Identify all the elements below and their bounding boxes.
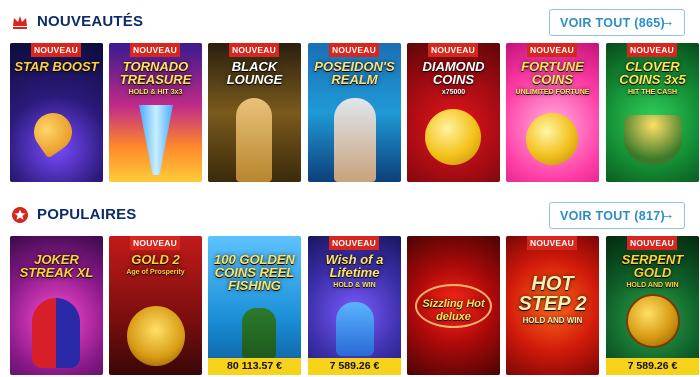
poseidon-image bbox=[334, 98, 376, 182]
game-title: STAR BOOST bbox=[14, 59, 99, 74]
new-badge: NOUVEAU bbox=[527, 236, 577, 250]
section-title: NOUVEAUTÉS bbox=[37, 13, 144, 30]
crown-icon bbox=[13, 16, 27, 29]
coin-image bbox=[425, 109, 481, 165]
new-badge: NOUVEAU bbox=[229, 43, 279, 57]
game-title: TORNADO TREASURE HOLD & HIT 3x3 bbox=[119, 59, 192, 96]
arrow-right-icon: → bbox=[659, 13, 675, 30]
genie-image bbox=[336, 302, 374, 356]
new-badge: NOUVEAU bbox=[428, 43, 478, 57]
coin-image bbox=[526, 113, 578, 165]
new-badge: NOUVEAU bbox=[627, 43, 677, 57]
game-title: Sizzling Hot deluxe bbox=[422, 298, 485, 323]
game-carousel: STAR BOOST NOUVEAU TORNADO TREASURE HOLD … bbox=[10, 43, 700, 182]
coin-image bbox=[626, 294, 680, 348]
new-badge: NOUVEAU bbox=[31, 43, 81, 57]
star-badge-icon bbox=[12, 207, 28, 223]
game-tile[interactable]: POSEIDON'S REALM NOUVEAU bbox=[308, 43, 401, 182]
new-badge: NOUVEAU bbox=[527, 43, 577, 57]
see-all-popular-button[interactable]: VOIR TOUT (817) → bbox=[549, 202, 685, 229]
joker-image bbox=[32, 298, 80, 368]
game-tile[interactable]: HOT STEP 2 HOLD AND WIN NOUVEAU bbox=[506, 236, 599, 375]
jackpot-amount: 7 589.26 € bbox=[308, 358, 401, 375]
game-tile[interactable]: CLOVER COINS 3x5 HIT THE CASH NOUVEAU bbox=[606, 43, 699, 182]
arrow-right-icon: → bbox=[659, 206, 675, 223]
section-popular-games: POPULAIRES VOIR TOUT (817) → JOKER STREA… bbox=[0, 193, 700, 375]
jackpot-amount: 7 589.26 € bbox=[606, 358, 699, 375]
game-tile[interactable]: FORTUNE COINS UNLIMITED FORTUNE NOUVEAU bbox=[506, 43, 599, 182]
game-tile[interactable]: DIAMOND COINS x75000 NOUVEAU bbox=[407, 43, 500, 182]
game-title: GOLD 2 Age of Prosperity bbox=[126, 252, 185, 276]
game-title: 100 GOLDEN COINS REEL FISHING bbox=[214, 252, 295, 293]
new-badge: NOUVEAU bbox=[329, 43, 379, 57]
game-tile[interactable]: SERPENT GOLD HOLD AND WIN NOUVEAU 7 589.2… bbox=[606, 236, 699, 375]
pot-image bbox=[624, 115, 682, 165]
game-tile[interactable]: 100 GOLDEN COINS REEL FISHING 80 113.57 … bbox=[208, 236, 301, 375]
game-carousel: JOKER STREAK XL GOLD 2 Age of Prosperity … bbox=[10, 236, 700, 375]
see-all-label: VOIR TOUT (817) bbox=[560, 208, 665, 223]
game-title: CLOVER COINS 3x5 HIT THE CASH bbox=[619, 59, 686, 96]
fisherman-image bbox=[242, 308, 276, 358]
section-header: NOUVEAUTÉS VOIR TOUT (865) → bbox=[0, 0, 700, 42]
see-all-new-button[interactable]: VOIR TOUT (865) → bbox=[549, 9, 685, 36]
new-badge: NOUVEAU bbox=[130, 236, 180, 250]
game-title: DIAMOND COINS x75000 bbox=[422, 59, 485, 96]
jackpot-amount: 80 113.57 € bbox=[208, 358, 301, 375]
section-new-games: NOUVEAUTÉS VOIR TOUT (865) → STAR BOOST … bbox=[0, 0, 700, 182]
gold-tree-image bbox=[127, 306, 185, 366]
game-tile[interactable]: STAR BOOST NOUVEAU bbox=[10, 43, 103, 182]
section-title: POPULAIRES bbox=[37, 206, 137, 223]
game-title: HOT STEP 2 HOLD AND WIN bbox=[518, 273, 587, 325]
new-badge: NOUVEAU bbox=[627, 236, 677, 250]
game-title: BLACK LOUNGE bbox=[226, 59, 283, 87]
game-tile[interactable]: Sizzling Hot deluxe bbox=[407, 236, 500, 375]
section-header: POPULAIRES VOIR TOUT (817) → bbox=[0, 193, 700, 235]
character-image bbox=[236, 98, 272, 182]
new-badge: NOUVEAU bbox=[130, 43, 180, 57]
game-tile[interactable]: JOKER STREAK XL bbox=[10, 236, 103, 375]
game-tile[interactable]: TORNADO TREASURE HOLD & HIT 3x3 NOUVEAU bbox=[109, 43, 202, 182]
game-title: JOKER STREAK XL bbox=[19, 252, 94, 280]
game-title: SERPENT GOLD HOLD AND WIN bbox=[621, 252, 684, 289]
new-badge: NOUVEAU bbox=[329, 236, 379, 250]
game-tile[interactable]: BLACK LOUNGE NOUVEAU bbox=[208, 43, 301, 182]
game-title: Wish of a Lifetime HOLD & WIN bbox=[325, 252, 384, 289]
see-all-label: VOIR TOUT (865) bbox=[560, 15, 665, 30]
game-tile[interactable]: Wish of a Lifetime HOLD & WIN NOUVEAU 7 5… bbox=[308, 236, 401, 375]
game-title: FORTUNE COINS UNLIMITED FORTUNE bbox=[515, 59, 590, 96]
game-title: POSEIDON'S REALM bbox=[314, 59, 395, 87]
game-tile[interactable]: GOLD 2 Age of Prosperity NOUVEAU bbox=[109, 236, 202, 375]
